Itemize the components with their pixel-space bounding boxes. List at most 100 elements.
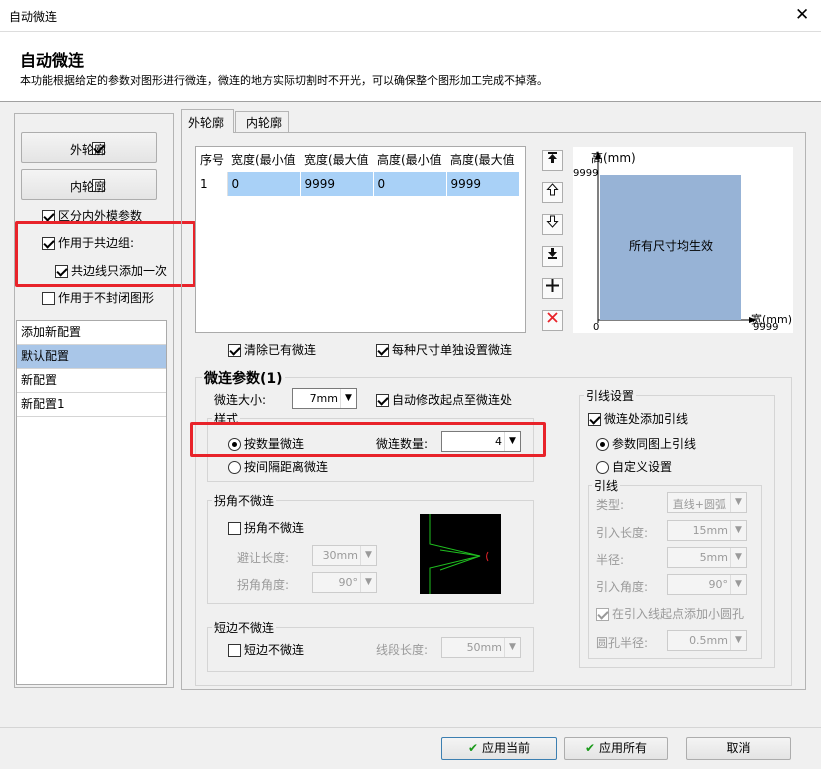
config-item[interactable]: 新配置	[17, 369, 166, 393]
inner-contour-button[interactable]: 内轮廓	[21, 169, 157, 200]
count-label: 微连数量:	[376, 437, 429, 451]
shared-once-option[interactable]: 共边线只添加一次	[55, 262, 167, 279]
add-row-button[interactable]	[542, 278, 563, 299]
lead-len-label: 引入长度:	[596, 526, 649, 540]
auto-modify-checkbox[interactable]	[376, 394, 389, 407]
chevron-down-icon: ▼	[504, 638, 520, 657]
short-option[interactable]: 短边不微连	[228, 641, 304, 658]
corner-label: 拐角不微连	[244, 521, 305, 535]
table-header: 宽度(最大值	[304, 153, 369, 167]
short-checkbox[interactable]	[228, 644, 241, 657]
seg-len-select[interactable]: 50mm ▼	[441, 637, 521, 658]
move-bottom-button[interactable]	[542, 246, 563, 267]
table-cell[interactable]: 1	[196, 172, 228, 196]
size-select[interactable]: 7mm ▼	[292, 388, 357, 409]
corner-angle-value: 90°	[338, 576, 359, 589]
lead-angle-select[interactable]: 90° ▼	[667, 574, 747, 595]
move-up-button[interactable]	[542, 182, 563, 203]
lead-len-select[interactable]: 15mm ▼	[667, 520, 747, 541]
check-icon: ✔	[468, 741, 479, 755]
hole-checkbox[interactable]	[596, 608, 609, 621]
shared-once-checkbox[interactable]	[55, 265, 68, 278]
unclosed-checkbox[interactable]	[42, 292, 55, 305]
preview-center-label: 所有尺寸均生效	[629, 239, 714, 253]
radius-value: 5mm	[699, 551, 728, 564]
auto-modify-option[interactable]: 自动修改起点至微连处	[376, 391, 512, 408]
cancel-button[interactable]: 取消	[686, 737, 791, 760]
clear-existing-label: 清除已有微连	[244, 343, 317, 357]
close-icon[interactable]: ✕	[795, 5, 809, 25]
move-top-button[interactable]	[542, 150, 563, 171]
hole-radius-value: 0.5mm	[689, 634, 728, 647]
move-down-button[interactable]	[542, 214, 563, 235]
radius-select[interactable]: 5mm ▼	[667, 547, 747, 568]
corner-option[interactable]: 拐角不微连	[228, 519, 304, 536]
apply-current-button[interactable]: ✔ 应用当前	[441, 737, 557, 760]
preview-y-max: 9999	[573, 168, 599, 179]
size-table: 序号 宽度(最小值 宽度(最大值 高度(最小值 高度(最大值 1 0 9999 …	[195, 146, 526, 333]
table-cell[interactable]: 9999	[300, 172, 374, 196]
by-count-radio[interactable]	[228, 438, 241, 451]
count-select[interactable]: 4 ▼	[441, 431, 521, 452]
delete-row-button[interactable]	[542, 310, 563, 331]
move-down-icon	[546, 215, 559, 228]
per-size-checkbox[interactable]	[376, 344, 389, 357]
apply-all-button[interactable]: ✔ 应用所有	[564, 737, 668, 760]
chevron-down-icon: ▼	[730, 548, 746, 567]
corner-diagram-icon	[429, 514, 489, 594]
outer-contour-button[interactable]: 外轮廓	[21, 132, 157, 163]
table-header: 序号	[200, 153, 225, 167]
type-select[interactable]: 直线+圆弧 ▼	[667, 492, 747, 513]
clear-existing-option[interactable]: 清除已有微连	[228, 341, 316, 358]
by-distance-radio[interactable]	[228, 461, 241, 474]
same-as-figure-radio[interactable]	[596, 438, 609, 451]
config-item[interactable]: 默认配置	[17, 345, 166, 369]
table-cell[interactable]: 9999	[446, 172, 519, 196]
header: 自动微连 本功能根据给定的参数对图形进行微连，微连的地方实际切割时不开光，可以确…	[0, 32, 821, 102]
add-lead-checkbox[interactable]	[588, 413, 601, 426]
table-cell[interactable]: 0	[373, 172, 447, 196]
short-label: 短边不微连	[244, 643, 305, 657]
plus-icon	[546, 279, 559, 292]
avoid-len-select[interactable]: 30mm ▼	[312, 545, 377, 566]
config-list: 添加新配置 默认配置 新配置 新配置1	[16, 320, 167, 685]
move-up-icon	[546, 183, 559, 196]
corner-group-label: 拐角不微连	[212, 492, 277, 509]
count-value: 4	[495, 435, 502, 448]
params-title: 微连参数(1)	[202, 368, 285, 388]
same-as-figure-label: 参数同图上引线	[612, 437, 697, 451]
shared-edge-checkbox[interactable]	[42, 237, 55, 250]
tab-outer[interactable]: 外轮廓	[181, 109, 234, 133]
tab-inner[interactable]: 内轮廓	[235, 111, 289, 132]
hole-option[interactable]: 在引入线起点添加小圆孔	[596, 605, 744, 622]
custom-radio[interactable]	[596, 461, 609, 474]
corner-angle-select[interactable]: 90° ▼	[312, 572, 377, 593]
preview-origin: 0	[593, 322, 600, 333]
page-description: 本功能根据给定的参数对图形进行微连，微连的地方实际切割时不开光，可以确保整个图形…	[20, 74, 548, 87]
table-row[interactable]: 1 0 9999 0 9999	[196, 172, 519, 196]
lead-len-value: 15mm	[692, 524, 728, 537]
per-size-option[interactable]: 每种尺寸单独设置微连	[376, 341, 512, 358]
corner-checkbox[interactable]	[228, 522, 241, 535]
unclosed-option[interactable]: 作用于不封闭图形	[42, 289, 154, 306]
apply-shared-edge-option[interactable]: 作用于共边组:	[42, 234, 134, 251]
apply-all-label: 应用所有	[598, 741, 647, 755]
avoid-len-value: 30mm	[322, 549, 358, 562]
chevron-down-icon: ▼	[730, 493, 746, 512]
hole-radius-select[interactable]: 0.5mm ▼	[667, 630, 747, 651]
by-distance-option[interactable]: 按间隔距离微连	[228, 458, 328, 475]
chevron-down-icon: ▼	[730, 575, 746, 594]
table-cell[interactable]: 0	[227, 172, 301, 196]
chevron-down-icon: ▼	[340, 389, 356, 408]
by-distance-label: 按间隔距离微连	[244, 460, 329, 474]
config-item[interactable]: 新配置1	[17, 393, 166, 417]
by-count-option[interactable]: 按数量微连	[228, 435, 304, 452]
config-item[interactable]: 添加新配置	[17, 321, 166, 345]
add-lead-option[interactable]: 微连处添加引线	[588, 410, 688, 427]
clear-existing-checkbox[interactable]	[228, 344, 241, 357]
radius-label: 半径:	[596, 553, 625, 567]
custom-option[interactable]: 自定义设置	[596, 458, 672, 475]
title-bar: 自动微连 ✕	[0, 0, 821, 32]
by-count-label: 按数量微连	[244, 437, 305, 451]
same-as-figure-option[interactable]: 参数同图上引线	[596, 435, 696, 452]
